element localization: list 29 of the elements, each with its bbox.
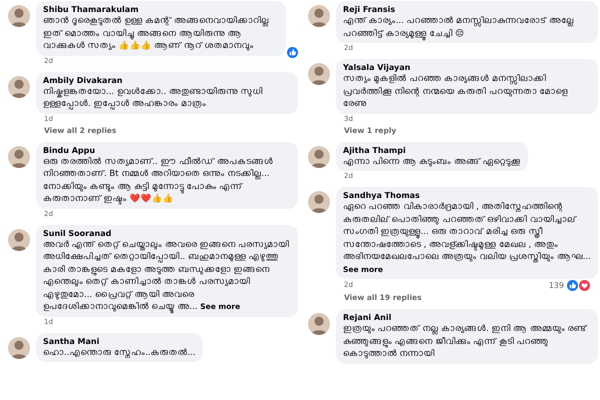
commenter-name[interactable]: Reji Fransis <box>343 4 591 15</box>
comment-text: ഒരു തരത്തിൽ സത്യമാണ്.. ഈ ഫീൽഡ് അപകടങ്ങൾ നിറഞ്ഞതാണ്. Bt നമ്മൾ അറിയാതെ ഒന്നും നടക്കില്ല... നോക്കിയും കണ്ടും ആ കുട്ടി മുന്നോട്ടു പോകും എന്ന് കരുതാനാണ് ഇഷ്ടം ❤❤👍👍 <box>43 156 274 206</box>
avatar[interactable] <box>308 146 330 168</box>
comment-text: നിഷ്കളങ്കതയോ... ഉവൾക്കോ.. അതുണ്ടായിരുന്നു സുധി ഉള്ളപ്പോൾ. ഇപ്പോൾ അഹങ്കാരം മാത്രം <box>43 86 264 110</box>
avatar[interactable] <box>308 5 330 27</box>
comment-text: സത്യം മുകളിൽ പറഞ്ഞ കാര്യങ്ങൾ മനസ്സിലാക്കി പ്രവർത്തിക്കൂ നിന്റെ നന്മയെ കരുതി പറയുന്നതാ മോളെ രേണു <box>343 73 569 110</box>
avatar[interactable] <box>308 63 330 85</box>
comment-text: ഇത്രയും പറഞ്ഞത് നല്ല കാര്യങ്ങൾ. ഇനി ആ അമ്മയും രണ്ട് കുഞ്ഞുങ്ങളും എങ്ങനെ ജീവിക്കും എന്ന് കൂടി പറഞ്ഞു കൊടുത്താൽ നന്നായി <box>343 323 588 360</box>
commenter-name[interactable]: Yalsala Vijayan <box>343 62 591 73</box>
comment-text: ഞാൻ ദൂരെകൂടുതൽ ഉള്ള കമന്റ് അങ്ങനെവായിക്കാറില്ല ഇത് മൊത്തം വായിച്ചു അങ്ങനെ ആയിരുന്നു ആ വാക്കുകൾ സത്യം 👍👍👍 ആണ് നൂറ് ശതമാനവും <box>43 15 270 52</box>
commenter-name[interactable]: Bindu Appu <box>43 144 291 156</box>
commenter-name[interactable]: Ambily Divakaran <box>43 74 291 86</box>
avatar[interactable] <box>308 313 330 335</box>
avatar[interactable] <box>8 228 30 250</box>
avatar[interactable] <box>8 5 30 27</box>
avatar[interactable] <box>8 76 30 98</box>
commenter-name[interactable]: Ajitha Thampi <box>343 144 521 156</box>
commenter-name[interactable]: Sunil Sooranad <box>43 228 291 238</box>
reaction-count[interactable]: 139 <box>548 281 564 290</box>
comment-text: എന്നാ പിന്നെ ആ കുടുംബം അങ്ങ് ഏറ്റെടുക്കൂ <box>343 156 521 168</box>
avatar[interactable] <box>8 146 30 168</box>
commenter-name[interactable]: Santha Mani <box>43 336 196 346</box>
commenter-name[interactable]: Shibu Thamarakulam <box>43 4 279 15</box>
commenter-name[interactable]: Rejani Anil <box>343 312 591 323</box>
comment-text: ഹൊ..എന്തൊരു സ്നേഹം..കരുതൽ... <box>43 346 196 359</box>
avatar[interactable] <box>8 336 30 358</box>
comment-text: എന്ത് കാര്യം... പറഞ്ഞാൽ മനസ്സിലാകുന്നവരോട് അല്ലേ പറഞ്ഞിട്ട് കാര്യമുള്ളൂ ചേച്ചി 😔 <box>343 15 575 40</box>
commenter-name[interactable]: Sandhya Thomas <box>343 190 591 201</box>
avatar[interactable] <box>308 191 330 213</box>
